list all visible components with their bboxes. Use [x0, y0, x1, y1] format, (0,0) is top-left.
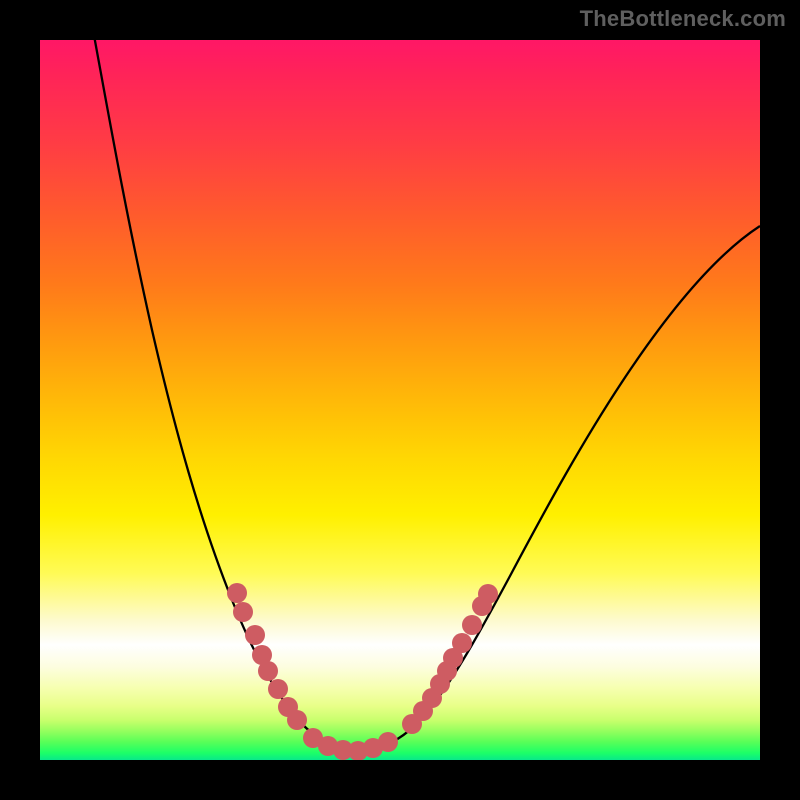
data-point: [478, 584, 498, 604]
data-points: [227, 583, 498, 760]
bottleneck-curve: [93, 40, 760, 751]
data-point: [452, 633, 472, 653]
data-point: [227, 583, 247, 603]
data-point: [245, 625, 265, 645]
data-point: [287, 710, 307, 730]
data-point: [462, 615, 482, 635]
curve-svg: [40, 40, 760, 760]
data-point: [233, 602, 253, 622]
data-point: [258, 661, 278, 681]
chart-frame: TheBottleneck.com: [0, 0, 800, 800]
data-point: [378, 732, 398, 752]
plot-area: [40, 40, 760, 760]
data-point: [268, 679, 288, 699]
watermark-text: TheBottleneck.com: [580, 6, 786, 32]
